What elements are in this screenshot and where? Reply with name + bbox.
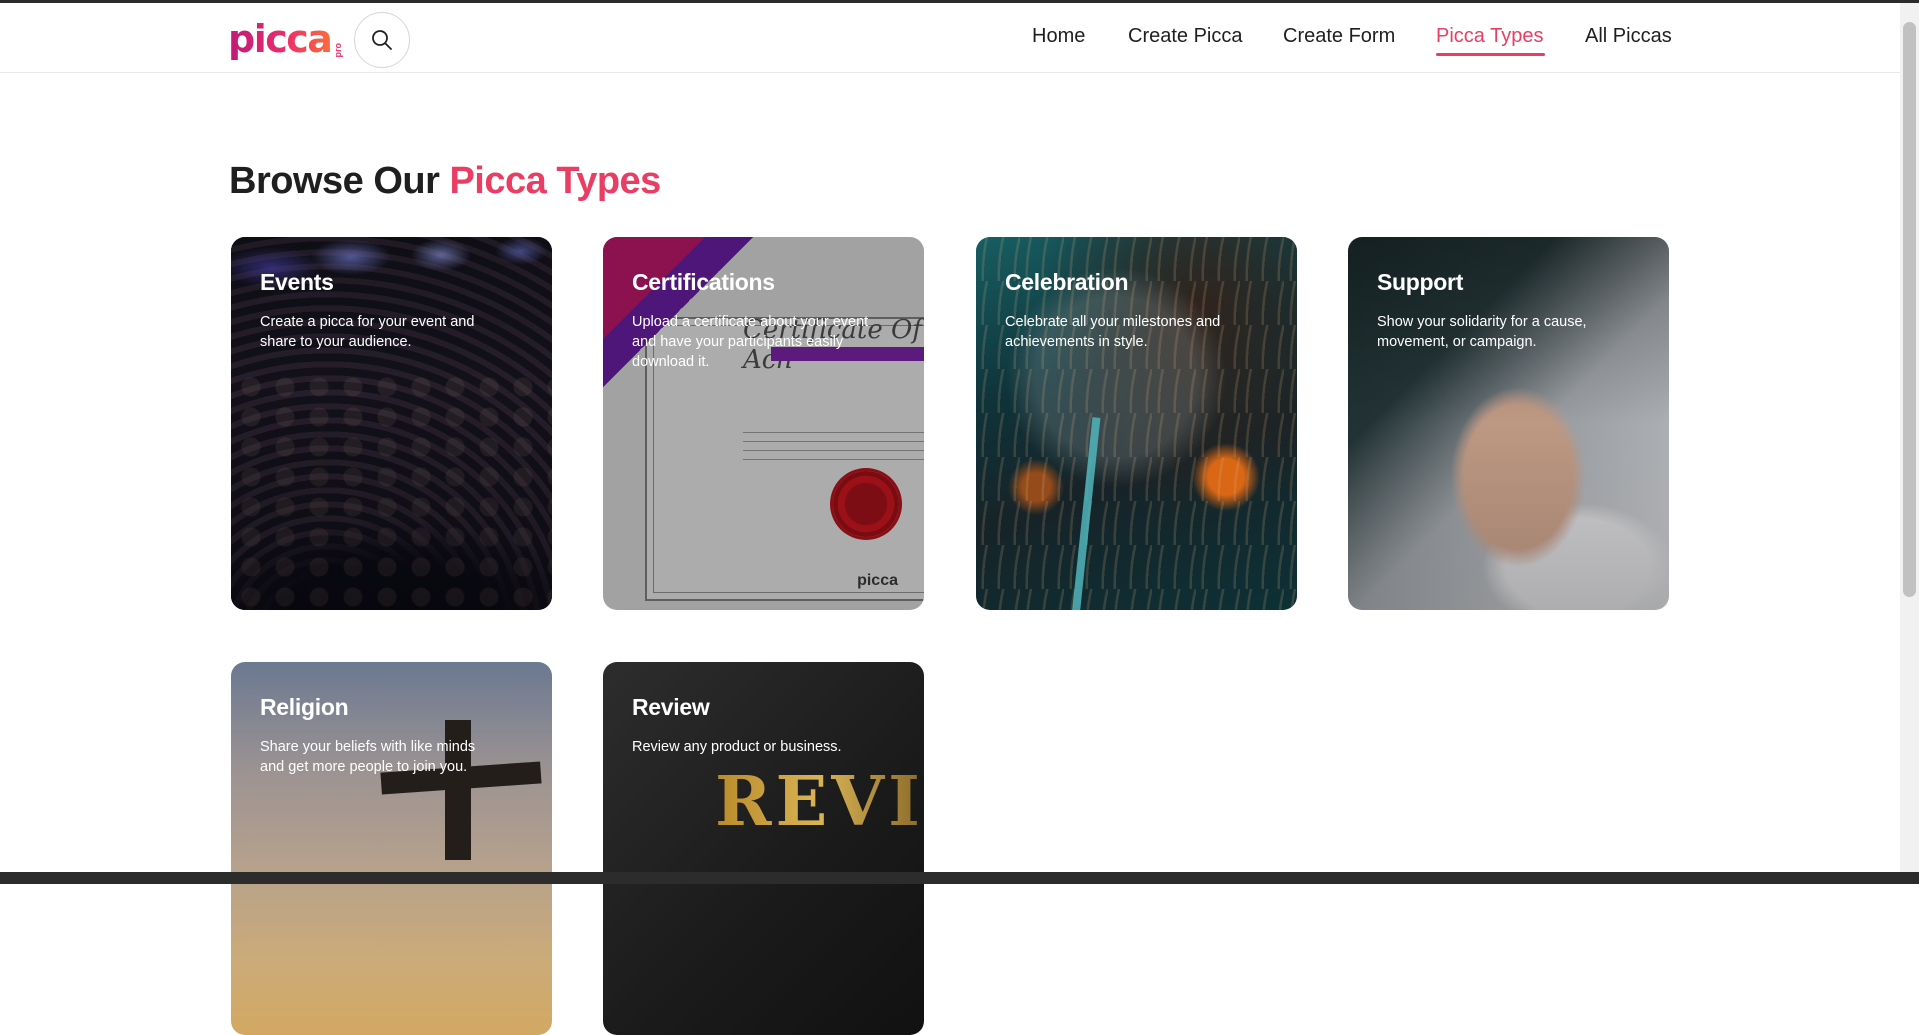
- card-title: Certifications: [632, 269, 775, 295]
- card-title: Religion: [260, 694, 349, 720]
- card-review[interactable]: REVI Review Review any product or busine…: [603, 662, 924, 1035]
- page-title-accent: Picca Types: [449, 160, 661, 202]
- active-nav-underline: [1436, 53, 1545, 56]
- search-button[interactable]: [354, 12, 410, 68]
- page-title: Browse Our Picca Types: [229, 160, 661, 203]
- card-description: Share your beliefs with like minds and g…: [260, 739, 476, 775]
- card-title: Support: [1377, 269, 1464, 295]
- card-religion[interactable]: Religion Share your beliefs with like mi…: [231, 662, 552, 1035]
- taskbar-edge: [0, 872, 1919, 884]
- scrollbar-thumb[interactable]: [1903, 22, 1916, 597]
- card-celebration[interactable]: Celebration Celebrate all your milestone…: [976, 237, 1297, 610]
- page-title-prefix: Browse Our: [229, 160, 450, 202]
- card-description: Create a picca for your event and share …: [260, 314, 475, 350]
- picca-logo[interactable]: picca pro: [228, 17, 343, 63]
- nav-item-all-piccas[interactable]: All Piccas: [1585, 25, 1672, 48]
- review-gold-lettering: REVI: [715, 762, 924, 842]
- logo-wordmark: picca: [228, 17, 333, 61]
- card-title: Review: [632, 694, 710, 720]
- nav-item-create-form[interactable]: Create Form: [1283, 25, 1395, 48]
- card-events[interactable]: Events Create a picca for your event and…: [231, 237, 552, 610]
- nav-item-picca-types[interactable]: Picca Types: [1436, 25, 1543, 48]
- card-description: Celebrate all your milestones and achiev…: [1005, 314, 1221, 350]
- card-description: Show your solidarity for a cause, moveme…: [1377, 314, 1587, 350]
- card-certifications[interactable]: Certificate Of Ach picca Certifications …: [603, 237, 924, 610]
- card-title: Events: [260, 269, 334, 295]
- card-description: Review any product or business.: [632, 739, 842, 755]
- site-header: picca pro Home Create Picca Create Form …: [0, 3, 1900, 73]
- nav-item-home[interactable]: Home: [1032, 25, 1085, 48]
- card-support[interactable]: Support Show your solidarity for a cause…: [1348, 237, 1669, 610]
- card-description: Upload a certificate about your event an…: [632, 314, 869, 370]
- logo-suffix: pro: [333, 42, 344, 58]
- nav-item-create-picca[interactable]: Create Picca: [1128, 25, 1243, 48]
- card-title: Celebration: [1005, 269, 1129, 295]
- search-icon: [372, 30, 392, 50]
